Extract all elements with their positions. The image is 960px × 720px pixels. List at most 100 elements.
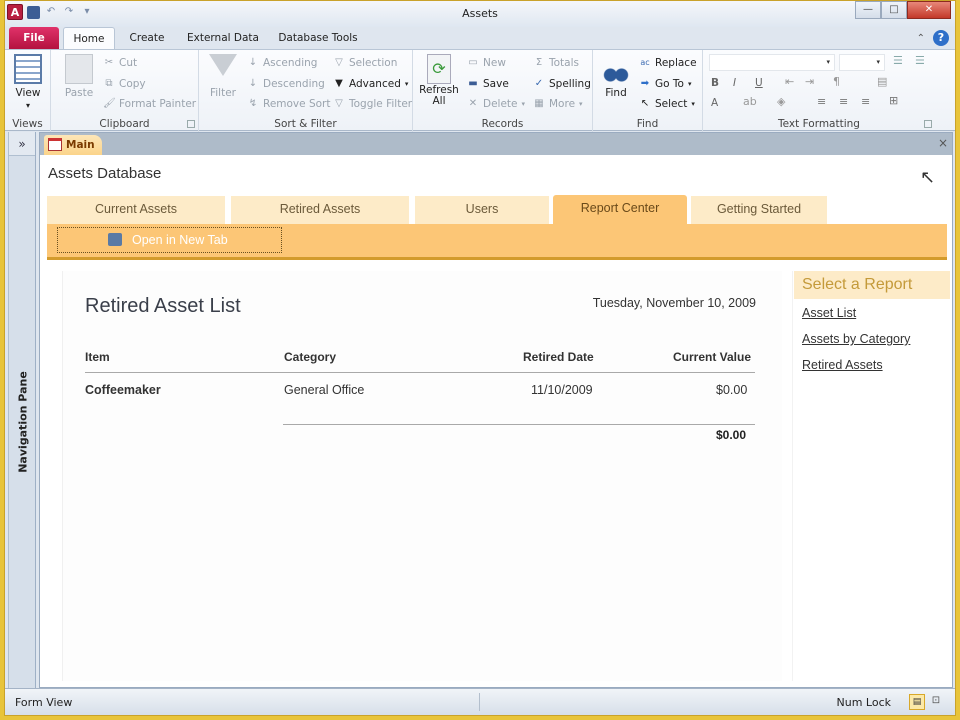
close-button[interactable]: ✕ (907, 1, 951, 19)
sort-descending-icon: ↓ (248, 78, 258, 89)
text-formatting-dialog-launcher[interactable] (924, 120, 932, 128)
gridlines-icon[interactable]: ▤ (877, 75, 887, 88)
group-label-views: Views (12, 118, 43, 130)
descending-button[interactable]: ↓ Descending (247, 76, 325, 92)
goto-button[interactable]: ➡ Go To ▾ (639, 76, 692, 92)
delete-button[interactable]: ✕ Delete ▾ (467, 96, 525, 112)
underline-button[interactable]: U (755, 75, 763, 91)
navigation-pane-label[interactable]: Navigation Pane (9, 371, 37, 473)
tab-create[interactable]: Create (123, 27, 171, 49)
ascending-button[interactable]: ↓ Ascending (247, 55, 318, 71)
view-button[interactable]: View ▾ (13, 54, 43, 111)
select-button[interactable]: ↖ Select ▾ (639, 96, 695, 112)
cut-button[interactable]: ✂ Cut (103, 55, 137, 71)
toggle-filter-button[interactable]: ▽ Toggle Filter (333, 96, 412, 112)
navigation-tabs: Current Assets Retired Assets Users Repo… (47, 195, 947, 224)
table-grid-icon[interactable]: ⊞ (889, 94, 898, 107)
advanced-button[interactable]: ▼ Advanced ▾ (333, 76, 408, 92)
sort-ascending-icon: ↓ (248, 57, 258, 68)
close-document-icon[interactable]: × (938, 136, 948, 150)
toggle-filter-icon: ▽ (335, 98, 343, 109)
design-view-icon[interactable]: ⊡ (929, 694, 943, 708)
cell-item: Coffeemaker (85, 383, 161, 397)
new-record-icon: ▭ (468, 57, 478, 68)
total-divider (283, 424, 755, 425)
bold-button[interactable]: B (711, 75, 719, 91)
report-link-retired-assets[interactable]: Retired Assets (802, 358, 883, 372)
minimize-button[interactable]: — (855, 1, 881, 19)
nav-tab-users[interactable]: Users (415, 196, 549, 224)
paragraph-direction-icon[interactable]: ¶ (833, 75, 840, 88)
more-button[interactable]: ▦ More ▾ (533, 96, 582, 112)
document-tab-main[interactable]: Main (44, 135, 102, 155)
sigma-icon: Σ (535, 57, 543, 68)
open-in-new-tab-button[interactable]: Open in New Tab (57, 227, 282, 253)
navigation-pane[interactable]: » Navigation Pane (8, 132, 36, 688)
new-record-button[interactable]: ▭ New (467, 55, 506, 71)
subform-toolbar: Open in New Tab (47, 224, 947, 260)
document-tab-bar: Main × (40, 133, 952, 155)
font-color-button[interactable]: A (711, 95, 718, 111)
totals-button[interactable]: Σ Totals (533, 55, 579, 71)
align-left-icon[interactable]: ≡ (817, 95, 826, 108)
tab-home[interactable]: Home (63, 27, 115, 49)
advanced-filter-icon: ▼ (335, 78, 343, 89)
copy-button[interactable]: ⧉ Copy (103, 76, 145, 92)
minimize-ribbon-icon[interactable]: ⌃ (917, 33, 925, 44)
align-right-icon[interactable]: ≡ (861, 95, 870, 108)
maximize-button[interactable]: □ (881, 1, 907, 19)
tab-database-tools[interactable]: Database Tools (273, 27, 363, 49)
paste-icon (65, 54, 93, 84)
group-records: ⟳ Refresh All ▭ New ▬ Save ✕ Delete ▾ Σ Totals… (413, 50, 593, 132)
remove-sort-button[interactable]: ↯ Remove Sort (247, 96, 331, 112)
paste-button[interactable]: Paste (61, 54, 97, 99)
align-center-icon[interactable]: ≡ (839, 95, 848, 108)
nav-tab-getting-started[interactable]: Getting Started (691, 196, 827, 224)
highlight-icon[interactable]: ab (743, 95, 757, 108)
replace-icon: ac (640, 58, 650, 67)
column-header-current-value: Current Value (673, 350, 752, 364)
bullet-list-icon[interactable]: ☰ (893, 54, 903, 67)
help-icon[interactable]: ? (933, 30, 949, 46)
increase-indent-icon[interactable]: ⇥ (805, 75, 814, 88)
arrow-right-icon: ➡ (640, 78, 650, 89)
font-name-dropdown[interactable]: ▾ (709, 54, 835, 71)
spelling-button[interactable]: ✓ Spelling (533, 76, 591, 92)
decrease-indent-icon[interactable]: ⇤ (785, 75, 794, 88)
binoculars-icon (602, 54, 630, 84)
replace-button[interactable]: ac Replace (639, 55, 696, 71)
nav-tab-retired-assets[interactable]: Retired Assets (231, 196, 409, 224)
group-label-records: Records (481, 118, 524, 130)
group-sort-filter: Filter ↓ Ascending ↓ Descending ↯ Remove So… (199, 50, 413, 132)
status-bar: Form View Num Lock ▤ ⊡ (5, 688, 955, 715)
numbered-list-icon[interactable]: ☰ (915, 54, 925, 67)
report-link-assets-by-category[interactable]: Assets by Category (802, 332, 910, 346)
clipboard-dialog-launcher[interactable] (187, 120, 195, 128)
ribbon: View ▾ Views Paste ✂ Cut ⧉ Copy 🖌 Format Pai… (5, 49, 955, 132)
format-painter-button[interactable]: 🖌 Format Painter (103, 96, 196, 112)
group-label-text-formatting: Text Formatting (778, 118, 860, 130)
nav-tab-current-assets[interactable]: Current Assets (47, 196, 225, 224)
tab-external-data[interactable]: External Data (183, 27, 263, 49)
refresh-all-button[interactable]: ⟳ Refresh All (419, 54, 459, 111)
filter-button[interactable]: Filter (205, 54, 241, 99)
expand-nav-pane-icon[interactable]: » (9, 132, 35, 156)
column-header-item: Item (85, 350, 110, 364)
remove-sort-icon: ↯ (248, 98, 258, 109)
selection-button[interactable]: ▽ Selection (333, 55, 397, 71)
italic-button[interactable]: I (733, 75, 736, 91)
report-link-asset-list[interactable]: Asset List (802, 306, 856, 320)
tab-file[interactable]: File (9, 27, 59, 49)
report-date: Tuesday, November 10, 2009 (592, 296, 756, 310)
find-button[interactable]: Find (599, 54, 633, 99)
font-size-dropdown[interactable]: ▾ (839, 54, 885, 71)
fill-color-icon[interactable]: ◈ (777, 95, 785, 108)
refresh-icon: ⟳ (427, 54, 451, 84)
total-value: $0.00 (715, 428, 746, 442)
delete-icon: ✕ (468, 98, 478, 109)
form-view-icon[interactable]: ▤ (909, 694, 925, 710)
form-title: Assets Database (48, 165, 162, 182)
selection-filter-icon: ▽ (335, 57, 343, 68)
nav-tab-report-center[interactable]: Report Center (553, 195, 687, 224)
save-record-button[interactable]: ▬ Save (467, 76, 509, 92)
